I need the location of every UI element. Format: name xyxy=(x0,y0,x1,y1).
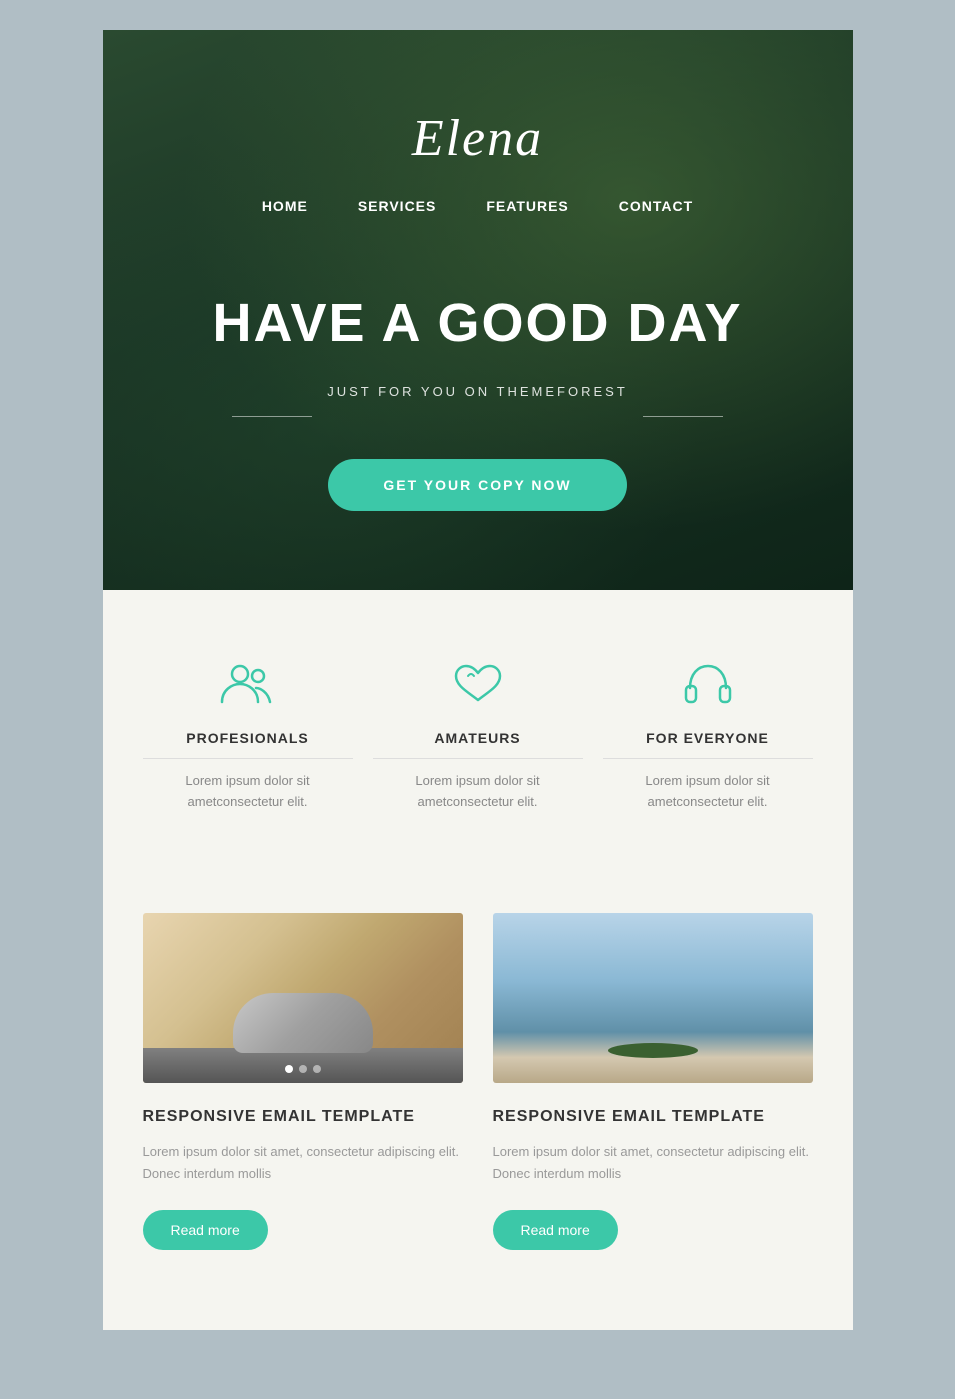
card-1-image xyxy=(143,913,463,1083)
couple-image xyxy=(493,913,813,1083)
cta-button[interactable]: GET YOUR COPY NOW xyxy=(328,459,626,511)
features-grid: PROFESIONALS Lorem ipsum dolor sit ametc… xyxy=(143,660,813,813)
card-2-read-more[interactable]: Read more xyxy=(493,1210,618,1250)
heart-icon xyxy=(448,660,508,710)
card-2-image xyxy=(493,913,813,1083)
feature-professionals: PROFESIONALS Lorem ipsum dolor sit ametc… xyxy=(143,660,353,813)
nav-features[interactable]: FEATURES xyxy=(486,198,568,214)
amateurs-desc: Lorem ipsum dolor sit ametconsectetur el… xyxy=(373,771,583,813)
cards-grid: RESPONSIVE EMAIL TEMPLATE Lorem ipsum do… xyxy=(143,913,813,1250)
card-1-read-more[interactable]: Read more xyxy=(143,1210,268,1250)
nav-services[interactable]: SERVICES xyxy=(358,198,437,214)
card-2-title: RESPONSIVE EMAIL TEMPLATE xyxy=(493,1108,813,1126)
card-2-desc: Lorem ipsum dolor sit amet, consectetur … xyxy=(493,1141,813,1185)
feature-everyone: FOR EVERYONE Lorem ipsum dolor sit ametc… xyxy=(603,660,813,813)
hero-content: Elena HOME SERVICES FEATURES CONTACT HAV… xyxy=(103,109,853,510)
dot-3 xyxy=(313,1065,321,1073)
hero-title: HAVE A GOOD DAY xyxy=(103,294,853,353)
amateurs-title: AMATEURS xyxy=(373,730,583,759)
page-wrapper: Elena HOME SERVICES FEATURES CONTACT HAV… xyxy=(103,30,853,1330)
professionals-title: PROFESIONALS xyxy=(143,730,353,759)
dot-1 xyxy=(285,1065,293,1073)
card-1-desc: Lorem ipsum dolor sit amet, consectetur … xyxy=(143,1141,463,1185)
card-2: RESPONSIVE EMAIL TEMPLATE Lorem ipsum do… xyxy=(493,913,813,1250)
hero-section: Elena HOME SERVICES FEATURES CONTACT HAV… xyxy=(103,30,853,590)
navigation: HOME SERVICES FEATURES CONTACT xyxy=(103,198,853,214)
feature-amateurs: AMATEURS Lorem ipsum dolor sit ametconse… xyxy=(373,660,583,813)
everyone-title: FOR EVERYONE xyxy=(603,730,813,759)
nav-home[interactable]: HOME xyxy=(262,198,308,214)
people-icon xyxy=(218,660,278,710)
features-section: PROFESIONALS Lorem ipsum dolor sit ametc… xyxy=(103,590,853,893)
everyone-desc: Lorem ipsum dolor sit ametconsectetur el… xyxy=(603,771,813,813)
dot-2 xyxy=(299,1065,307,1073)
card-1-indicator xyxy=(285,1065,321,1073)
headphones-icon xyxy=(678,660,738,710)
nav-contact[interactable]: CONTACT xyxy=(619,198,693,214)
brand-logo: Elena xyxy=(103,109,853,168)
car-image xyxy=(143,913,463,1083)
cards-section: RESPONSIVE EMAIL TEMPLATE Lorem ipsum do… xyxy=(103,893,853,1330)
hero-divider: JUST FOR YOU ON THEMEFOREST xyxy=(103,384,853,449)
hero-subtitle: JUST FOR YOU ON THEMEFOREST xyxy=(327,384,628,399)
card-1: RESPONSIVE EMAIL TEMPLATE Lorem ipsum do… xyxy=(143,913,463,1250)
card-1-title: RESPONSIVE EMAIL TEMPLATE xyxy=(143,1108,463,1126)
professionals-desc: Lorem ipsum dolor sit ametconsectetur el… xyxy=(143,771,353,813)
